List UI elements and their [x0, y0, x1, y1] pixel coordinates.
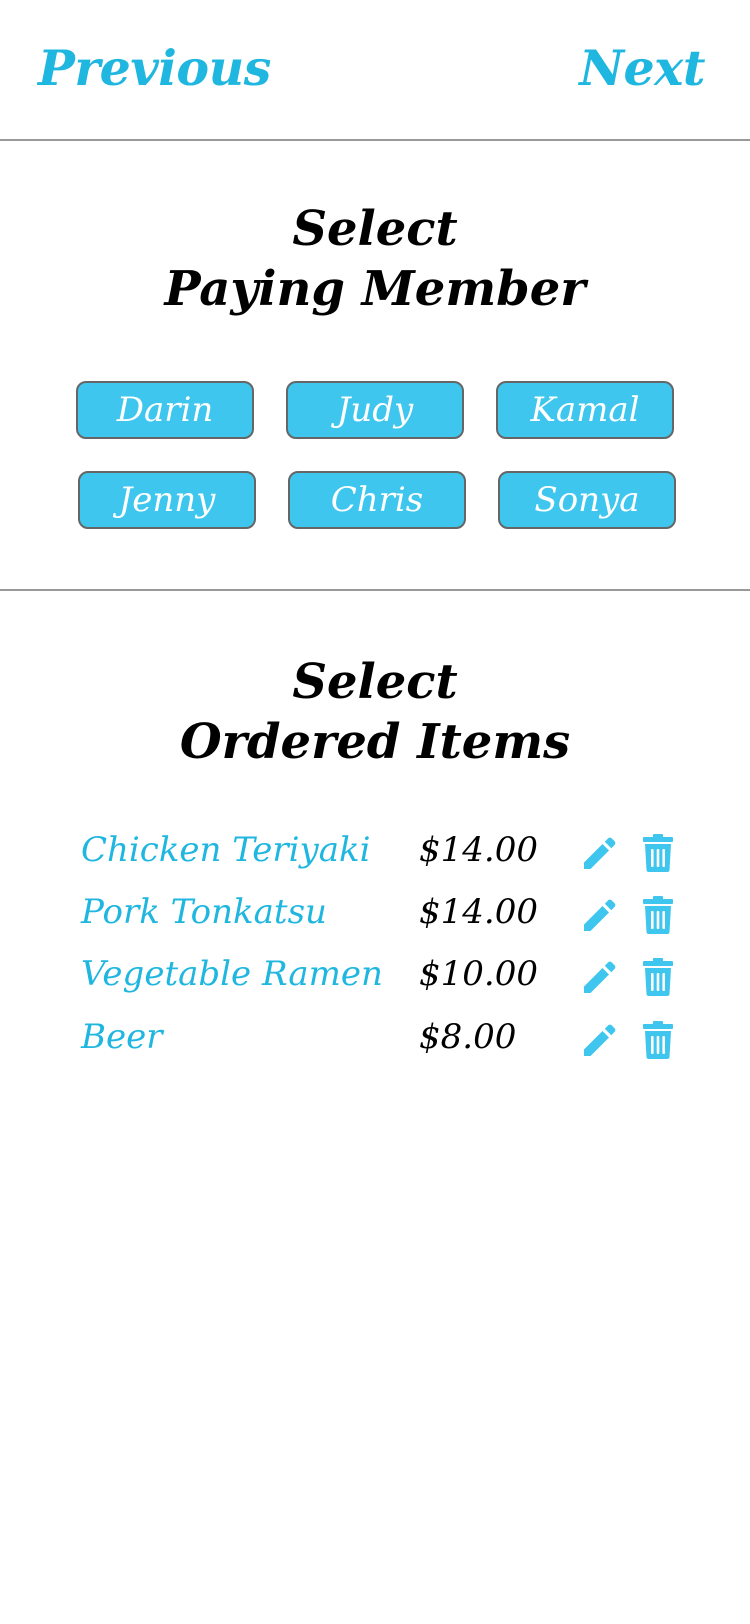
paying-member-title-line2: Paying Member	[164, 261, 586, 317]
trash-icon[interactable]	[638, 1020, 678, 1060]
item-price: $14.00	[419, 892, 538, 932]
item-price: $8.00	[419, 1017, 517, 1057]
list-item: Beer $8.00	[0, 1013, 750, 1063]
section-divider	[0, 589, 750, 591]
item-name[interactable]: Vegetable Ramen	[81, 950, 383, 998]
pencil-icon[interactable]	[580, 957, 620, 997]
item-name[interactable]: Pork Tonkatsu	[81, 888, 327, 936]
member-button-darin[interactable]: Darin	[76, 381, 254, 439]
item-price: $14.00	[419, 830, 538, 870]
item-price: $10.00	[419, 954, 538, 994]
member-button-chris[interactable]: Chris	[288, 471, 466, 529]
member-button-jenny[interactable]: Jenny	[78, 471, 256, 529]
ordered-items-title: Select Ordered Items	[0, 652, 750, 772]
pencil-icon[interactable]	[580, 1020, 620, 1060]
list-item: Vegetable Ramen $10.00	[0, 950, 750, 1000]
pencil-icon[interactable]	[580, 895, 620, 935]
member-button-sonya[interactable]: Sonya	[498, 471, 676, 529]
item-name[interactable]: Beer	[81, 1013, 162, 1061]
list-item: Pork Tonkatsu $14.00	[0, 888, 750, 938]
ordered-items-title-line1: Select	[292, 654, 458, 710]
paying-member-title: Select Paying Member	[0, 199, 750, 319]
top-nav-bar: Previous Next	[0, 0, 750, 141]
previous-button[interactable]: Previous	[38, 36, 271, 100]
item-name[interactable]: Chicken Teriyaki	[81, 826, 371, 874]
paying-member-title-line1: Select	[292, 201, 458, 257]
ordered-items-title-line2: Ordered Items	[179, 714, 571, 770]
trash-icon[interactable]	[638, 957, 678, 997]
pencil-icon[interactable]	[580, 833, 620, 873]
trash-icon[interactable]	[638, 833, 678, 873]
trash-icon[interactable]	[638, 895, 678, 935]
list-item: Chicken Teriyaki $14.00	[0, 826, 750, 876]
next-button[interactable]: Next	[579, 36, 705, 100]
member-button-judy[interactable]: Judy	[286, 381, 464, 439]
member-button-kamal[interactable]: Kamal	[496, 381, 674, 439]
